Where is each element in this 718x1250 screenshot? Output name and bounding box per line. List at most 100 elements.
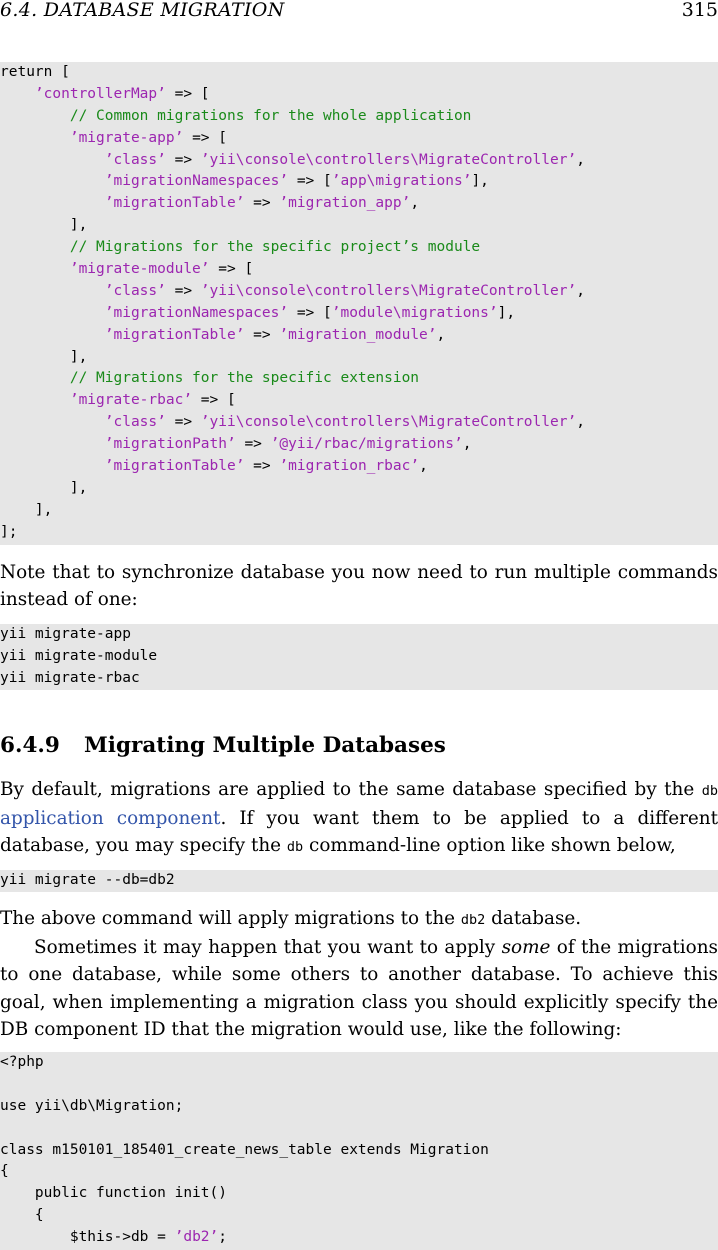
- code-token: => [: [209, 261, 254, 278]
- code-string: ’class’: [104, 151, 166, 168]
- code-string: ’module\migrations’: [331, 304, 498, 321]
- code-block-migration-class: <?php use yii\db\Migration; class m15010…: [0, 1052, 718, 1250]
- code-line: use yii\db\Migration;: [0, 1096, 718, 1118]
- code-token: ];: [0, 523, 18, 540]
- text-run: The above command will apply migrations …: [0, 908, 461, 929]
- code-token: =>: [244, 195, 280, 212]
- section-title: Migrating Multiple Databases: [84, 733, 446, 758]
- application-component-link[interactable]: application component: [0, 808, 220, 829]
- code-line: $this->db = ’db2’;: [0, 1227, 718, 1249]
- code-line: ],: [0, 500, 718, 522]
- code-line: ’class’ => ’yii\console\controllers\Migr…: [0, 150, 718, 172]
- code-line: yii migrate-module: [0, 646, 718, 668]
- inline-code: db: [701, 783, 718, 799]
- section-heading: 6.4.9 Migrating Multiple Databases: [0, 733, 446, 758]
- code-line: // Common migrations for the whole appli…: [0, 106, 718, 128]
- code-line: ],: [0, 215, 718, 237]
- code-line: ’migrate-app’ => [: [0, 128, 718, 150]
- code-token: yii migrate-app: [0, 626, 131, 642]
- code-token: {: [0, 1207, 44, 1224]
- code-token: => [: [165, 85, 210, 102]
- code-token: ;: [218, 1229, 227, 1246]
- code-line: public function init(): [0, 1183, 718, 1205]
- code-string: ’app\migrations’: [331, 173, 472, 190]
- code-string: ’migrate-rbac’: [69, 392, 193, 409]
- code-block-controller-map: return [ ’controllerMap’ => [ // Common …: [0, 62, 718, 545]
- code-string: ’db2’: [174, 1229, 219, 1246]
- code-token: ,: [576, 282, 585, 299]
- text-run: command-line option like shown below,: [303, 835, 676, 857]
- section-number: 6.4.9: [0, 733, 60, 758]
- text-run: By default, migrations are applied to th…: [0, 779, 702, 800]
- code-string: ’migrationTable’: [104, 195, 245, 212]
- text-run: database.: [485, 908, 582, 929]
- code-token: => [: [183, 129, 227, 146]
- code-token: return [: [0, 64, 70, 80]
- code-string: ’yii\console\controllers\MigrateControll…: [200, 414, 577, 431]
- code-string: ’yii\console\controllers\MigrateControll…: [200, 282, 577, 299]
- code-token: ,: [436, 326, 446, 343]
- code-token: <?php: [0, 1054, 44, 1070]
- code-string: ’yii\console\controllers\MigrateControll…: [200, 151, 577, 168]
- code-token: =>: [235, 436, 271, 453]
- code-line: ];: [0, 522, 718, 544]
- code-string: ’controllerMap’: [34, 85, 166, 102]
- code-token: ],: [497, 304, 516, 321]
- code-string: ’migrate-app’: [69, 129, 184, 146]
- code-string: ’migration_app’: [279, 195, 411, 212]
- code-string: ’migration_module’: [279, 326, 437, 343]
- code-token: =>: [244, 326, 280, 343]
- code-line: ’migrationNamespaces’ => [’module\migrat…: [0, 303, 718, 325]
- code-token: $this->db =: [0, 1229, 175, 1246]
- code-line: class m150101_185401_create_news_table e…: [0, 1140, 718, 1162]
- code-string: ’class’: [104, 414, 166, 431]
- code-line: ’migrationTable’ => ’migration_app’,: [0, 193, 718, 215]
- running-header: 6.4. DATABASE MIGRATION 315: [0, 0, 718, 24]
- code-token: ,: [410, 195, 420, 212]
- code-token: ,: [419, 458, 428, 475]
- code-token: ],: [0, 479, 88, 496]
- code-line: ’migrationPath’ => ’@yii/rbac/migrations…: [0, 434, 718, 456]
- code-comment: // Common migrations for the whole appli…: [69, 107, 472, 124]
- code-token: yii migrate-rbac: [0, 669, 140, 686]
- code-line: // Migrations for the specific project’s…: [0, 237, 718, 259]
- page-number: 315: [681, 0, 718, 21]
- header-section-title: 6.4. DATABASE MIGRATION: [0, 0, 285, 21]
- text-run: Sometimes it may happen that you want to…: [34, 937, 502, 959]
- code-string: ’migrate-module’: [69, 261, 210, 278]
- code-token: ],: [0, 501, 53, 518]
- code-token: ,: [576, 414, 585, 431]
- code-token: ],: [0, 217, 88, 234]
- code-string: ’migrationTable’: [104, 326, 245, 343]
- code-line: ’controllerMap’ => [: [0, 84, 718, 106]
- code-line: ’migrationTable’ => ’migration_rbac’,: [0, 456, 718, 478]
- code-token: => [: [192, 392, 236, 409]
- code-token: ],: [0, 348, 88, 365]
- code-token: => [: [288, 173, 332, 190]
- paragraph-text: Note that to synchronize database you no…: [0, 562, 718, 611]
- code-line: ’migrate-module’ => [: [0, 259, 718, 281]
- code-line: yii migrate --db=db2: [0, 870, 718, 892]
- code-block-db-option: yii migrate --db=db2: [0, 870, 718, 892]
- emphasis-text: some: [501, 937, 551, 959]
- code-line: {: [0, 1161, 718, 1183]
- code-block-commands: yii migrate-app yii migrate-module yii mig…: [0, 624, 718, 690]
- code-line: ’migrationNamespaces’ => [’app\migration…: [0, 171, 718, 193]
- code-string: ’class’: [104, 282, 166, 299]
- code-token: public function init(): [0, 1185, 227, 1202]
- code-line: return [: [0, 62, 718, 84]
- code-line: {: [0, 1205, 718, 1227]
- code-string: ’migrationPath’: [104, 436, 236, 453]
- code-comment: // Migrations for the specific project’s…: [69, 239, 481, 256]
- code-string: ’@yii/rbac/migrations’: [270, 436, 463, 453]
- code-string: ’migrationNamespaces’: [104, 304, 289, 321]
- code-string: ’migrationTable’: [104, 458, 245, 475]
